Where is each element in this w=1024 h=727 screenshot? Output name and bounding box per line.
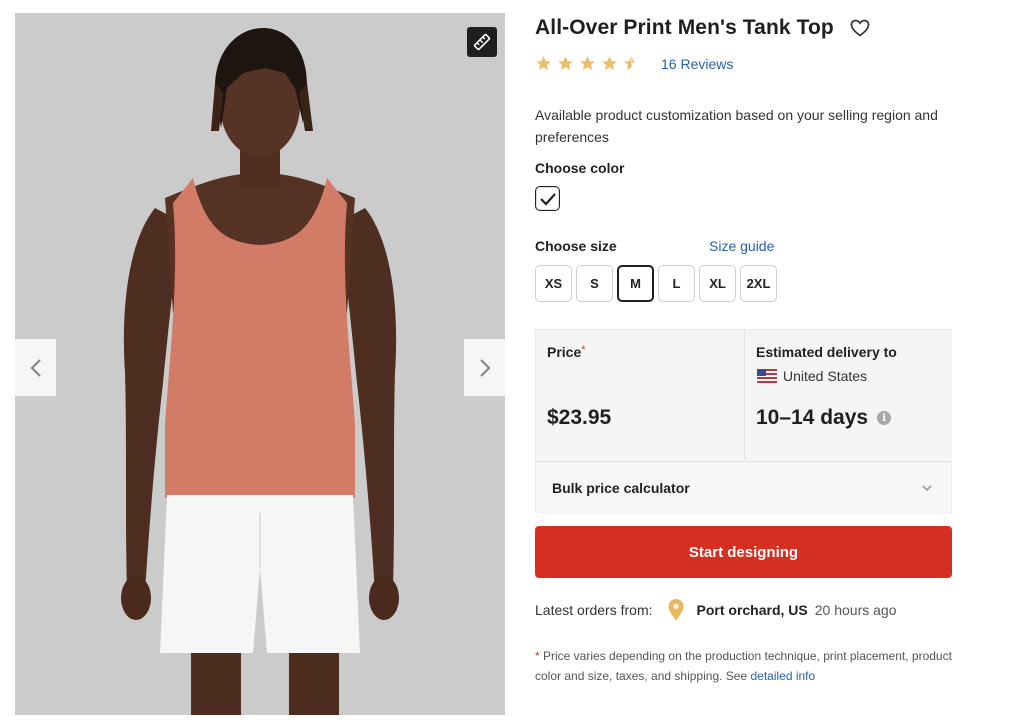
size-option-m[interactable]: M — [617, 265, 654, 302]
gallery-next-button[interactable] — [464, 339, 505, 396]
half-star-icon — [624, 56, 636, 70]
star-icon — [558, 56, 573, 70]
rating-row: 16 Reviews — [535, 55, 733, 72]
delivery-cell: Estimated delivery to United States 10–1… — [745, 330, 952, 460]
star-icon — [580, 56, 595, 70]
delivery-country: United States — [757, 368, 867, 384]
price-footnote: * Price varies depending on the producti… — [535, 646, 955, 686]
latest-order-time: 20 hours ago — [814, 602, 897, 618]
product-page: All-Over Print Men's Tank Top 16 Reviews… — [0, 0, 1024, 727]
product-photo — [15, 13, 505, 715]
size-guide-link[interactable]: Size guide — [709, 238, 774, 254]
heart-icon — [850, 19, 870, 37]
start-designing-button[interactable]: Start designing — [535, 526, 952, 578]
location-pin-icon — [668, 599, 683, 621]
delivery-days: 10–14 days i — [756, 406, 892, 430]
size-option-2xl[interactable]: 2XL — [740, 265, 777, 302]
bulk-price-calculator[interactable]: Bulk price calculator — [536, 461, 951, 514]
delivery-label: Estimated delivery to — [756, 344, 897, 360]
chevron-left-icon — [29, 358, 41, 377]
star-icon — [536, 56, 551, 70]
info-icon[interactable]: i — [877, 411, 892, 425]
choose-color-label: Choose color — [535, 160, 625, 176]
size-option-xs[interactable]: XS — [535, 265, 572, 302]
price-cell: Price* $23.95 — [536, 330, 745, 460]
product-description: Available product customization based on… — [535, 107, 938, 145]
size-option-xl[interactable]: XL — [699, 265, 736, 302]
size-chart-button[interactable] — [467, 27, 497, 57]
price-asterisk: * — [581, 344, 586, 356]
gallery-prev-button[interactable] — [15, 339, 56, 396]
delivery-country-name: United States — [783, 368, 868, 384]
star-rating — [535, 55, 640, 72]
product-image-gallery — [15, 13, 505, 715]
star-icon — [602, 56, 617, 70]
favorite-button[interactable] — [850, 19, 870, 37]
check-icon — [539, 192, 556, 206]
chevron-right-icon — [479, 358, 491, 377]
title-row: All-Over Print Men's Tank Top — [535, 16, 870, 40]
product-title: All-Over Print Men's Tank Top — [535, 16, 834, 39]
reviews-link[interactable]: 16 Reviews — [661, 56, 733, 72]
latest-orders-label: Latest orders from: — [535, 602, 653, 618]
ruler-icon — [473, 33, 491, 51]
price-delivery-box: Price* $23.95 Estimated delivery to Unit… — [535, 329, 952, 514]
size-option-l[interactable]: L — [658, 265, 695, 302]
size-option-s[interactable]: S — [576, 265, 613, 302]
footnote-text: Price varies depending on the production… — [535, 649, 952, 683]
choose-size-label: Choose size — [535, 238, 617, 254]
chevron-down-icon — [922, 485, 932, 492]
detailed-info-link[interactable]: detailed info — [750, 669, 815, 683]
color-swatch-white[interactable] — [535, 186, 560, 211]
latest-order-city: Port orchard, US — [696, 602, 808, 618]
bulk-price-label: Bulk price calculator — [552, 480, 690, 496]
price-label: Price* — [547, 344, 586, 360]
us-flag-icon — [757, 369, 777, 383]
price-value: $23.95 — [547, 406, 612, 429]
latest-orders: Latest orders from: Port orchard, US 20 … — [535, 598, 896, 622]
size-selector: XS S M L XL 2XL — [535, 265, 777, 302]
